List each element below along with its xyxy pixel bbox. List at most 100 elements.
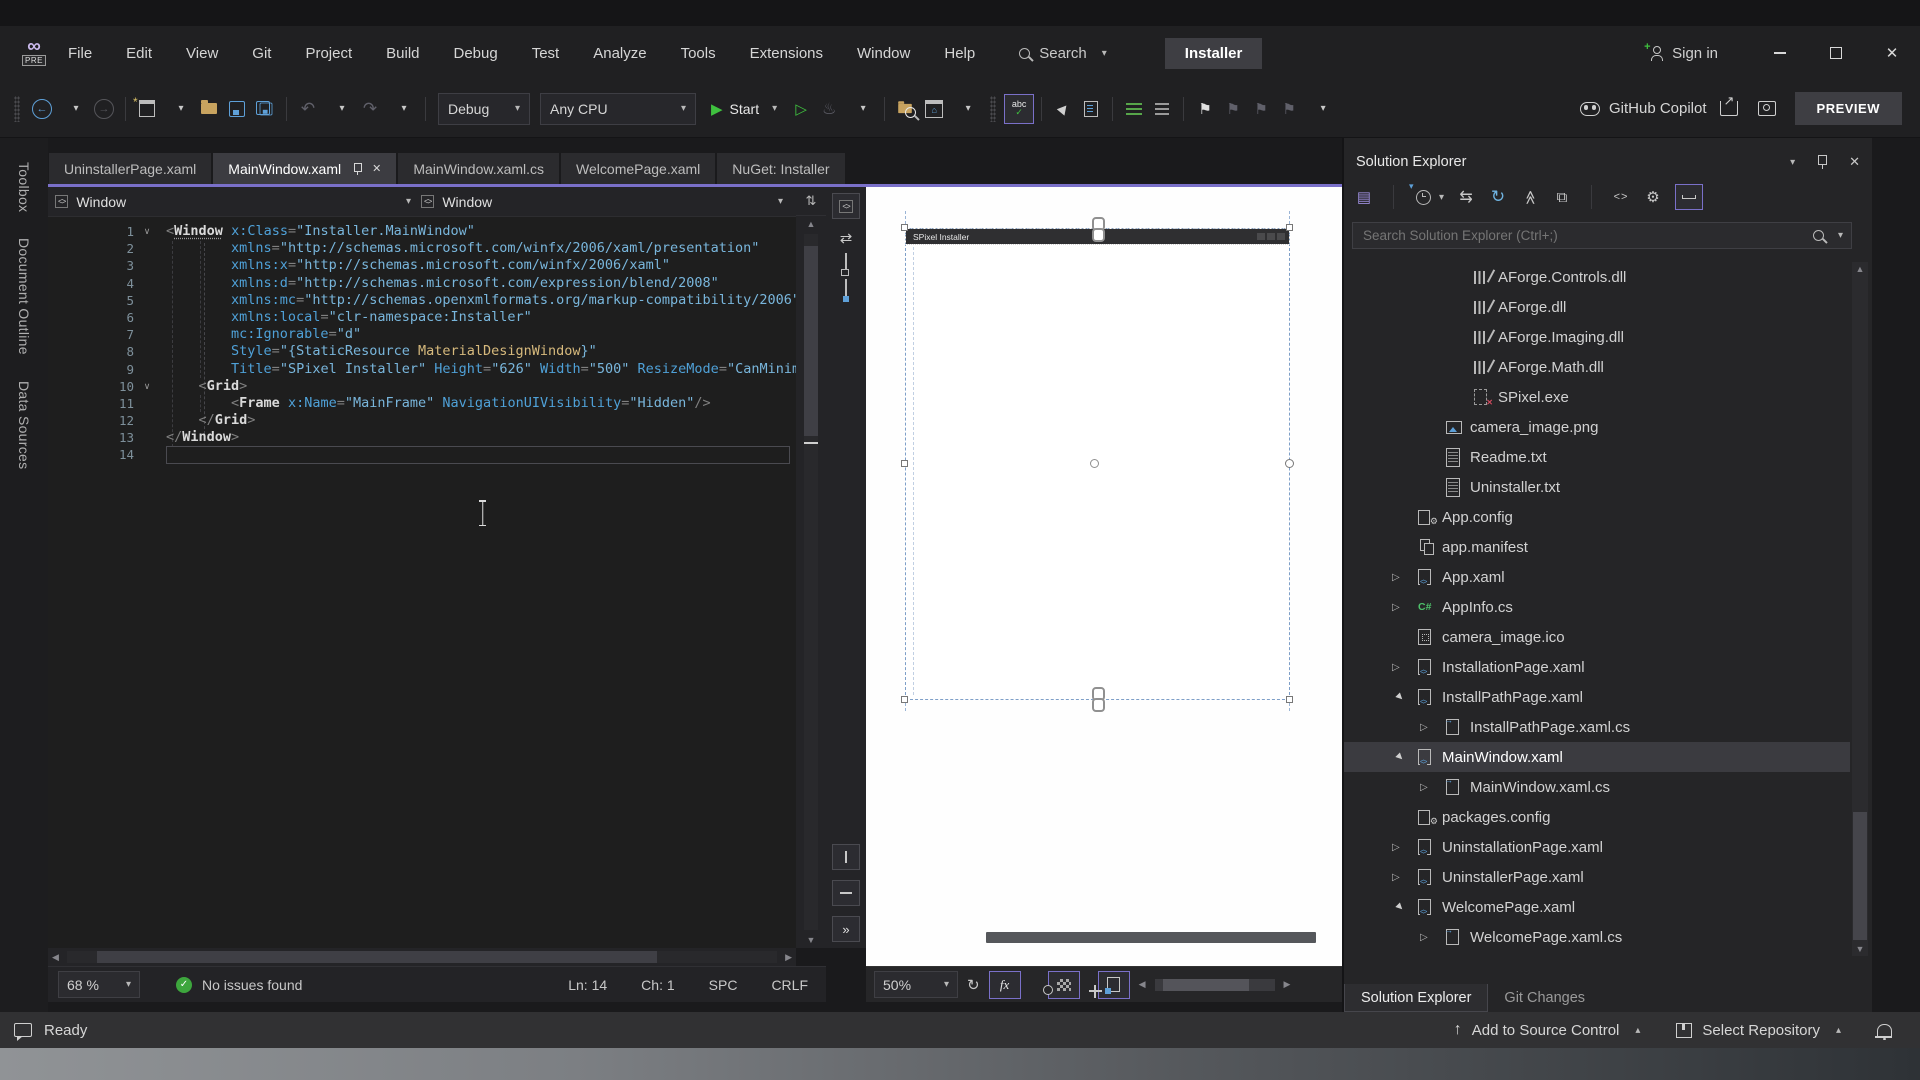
menu-window[interactable]: Window	[857, 45, 910, 62]
anchor-chain-icon-bottom[interactable]	[1092, 687, 1105, 712]
tree-item-welcomepage-xaml-cs[interactable]: ▷ WelcomePage.xaml.cs	[1344, 922, 1850, 952]
tool-tab-toolbox[interactable]: Toolbox	[16, 162, 32, 212]
tree-item-uninstaller-txt[interactable]: Uninstaller.txt	[1344, 472, 1850, 502]
split-window-grip-icon[interactable]: ⇅	[796, 187, 826, 216]
scrollbar-track[interactable]	[804, 234, 818, 930]
pin-icon[interactable]	[353, 162, 363, 175]
menu-analyze[interactable]: Analyze	[593, 45, 646, 62]
refresh-designer-icon[interactable]: ↻	[967, 976, 980, 994]
doc-tab-mainwindow-xaml-cs[interactable]: MainWindow.xaml.cs	[398, 153, 560, 184]
previous-bookmark-button[interactable]: ⚑	[1219, 94, 1247, 124]
design-popout-icon[interactable]	[845, 279, 847, 300]
document-outline-button[interactable]	[1077, 94, 1105, 124]
scrollbar-thumb[interactable]	[804, 246, 818, 436]
tool-tab-data-sources[interactable]: Data Sources	[16, 381, 32, 469]
issues-status-label[interactable]: No issues found	[202, 977, 302, 993]
tree-item-aforge-dll[interactable]: AForge.dll	[1344, 292, 1850, 322]
filter-dropdown-icon[interactable]: ▾	[1439, 192, 1444, 203]
close-button[interactable]: ✕	[1864, 26, 1920, 80]
chevron-up-icon[interactable]: ▴	[1635, 1025, 1640, 1036]
start-dropdown[interactable]: ▾	[772, 103, 777, 114]
tree-item-app-config[interactable]: App.config	[1344, 502, 1850, 532]
tree-item-installationpage-xaml[interactable]: ▷ InstallationPage.xaml	[1344, 652, 1850, 682]
scroll-left-icon[interactable]: ◀	[48, 949, 63, 965]
collapsed-arrow-icon[interactable]: ▷	[1420, 782, 1446, 793]
properties-window-icon[interactable]: ⧉	[1552, 185, 1572, 209]
menu-test[interactable]: Test	[532, 45, 560, 62]
menu-extensions[interactable]: Extensions	[750, 45, 823, 62]
toolbar-grip-2[interactable]	[990, 95, 997, 122]
add-to-source-control-button[interactable]: Add to Source Control	[1472, 1022, 1620, 1039]
tree-item-installpathpage-xaml-cs[interactable]: ▷ InstallPathPage.xaml.cs	[1344, 712, 1850, 742]
scroll-down-icon[interactable]: ▼	[1856, 942, 1865, 956]
scroll-right-icon[interactable]: ▶	[1284, 977, 1291, 993]
resize-handle-bottom-right[interactable]	[1286, 696, 1293, 703]
element-dropdown-right[interactable]: <> Window ▾	[421, 190, 783, 214]
designer-scroll-track[interactable]	[1154, 978, 1275, 991]
tree-item-uninstallationpage-xaml[interactable]: ▷ UninstallationPage.xaml	[1344, 832, 1850, 862]
solution-name-chip[interactable]: Installer	[1164, 37, 1263, 69]
designer-horizontal-scrollbar[interactable]	[986, 932, 1316, 943]
properties-gear-icon[interactable]: ⚙	[1643, 185, 1663, 209]
effects-toggle[interactable]: fx	[988, 970, 1021, 999]
tree-item-camera-image-ico[interactable]: camera_image.ico	[1344, 622, 1850, 652]
center-anchor-icon[interactable]	[1090, 459, 1099, 468]
hot-reload-button[interactable]: ♨	[815, 94, 843, 124]
column-indicator[interactable]: Ch: 1	[641, 977, 674, 993]
preview-selected-items-toggle[interactable]	[1675, 184, 1704, 210]
save-all-button[interactable]	[251, 94, 279, 124]
tree-item-aforge-controls-dll[interactable]: AForge.Controls.dll	[1344, 262, 1850, 292]
menu-edit[interactable]: Edit	[126, 45, 152, 62]
sync-with-active-document-icon[interactable]: ⇆	[1456, 185, 1476, 209]
pin-icon[interactable]	[1817, 155, 1828, 169]
navigate-back-dropdown[interactable]: ▾	[62, 94, 90, 124]
live-preview-dropdown[interactable]: ▾	[954, 94, 982, 124]
window-position-icon[interactable]: ▾	[1790, 157, 1795, 168]
preview-features-button[interactable]: PREVIEW	[1794, 92, 1902, 125]
undo-dropdown[interactable]: ▾	[328, 94, 356, 124]
line-endings-indicator[interactable]: CRLF	[771, 977, 808, 993]
select-repository-button[interactable]: Select Repository	[1702, 1022, 1820, 1039]
pending-changes-filter-icon[interactable]: ▾	[1409, 181, 1433, 209]
scroll-down-icon[interactable]: ▼	[807, 932, 816, 948]
split-horizontal-icon[interactable]	[832, 880, 860, 906]
designer-scroll-thumb[interactable]	[1162, 978, 1249, 991]
tree-item-readme-txt[interactable]: Readme.txt	[1344, 442, 1850, 472]
tree-item-packages-config[interactable]: packages.config	[1344, 802, 1850, 832]
selection-mode-button[interactable]	[1049, 94, 1077, 124]
chevron-up-icon[interactable]: ▴	[1836, 1025, 1841, 1036]
solution-explorer-scrollbar[interactable]: ▲ ▼	[1852, 262, 1868, 956]
clear-bookmarks-button[interactable]: ⚑	[1275, 94, 1303, 124]
tree-item-app-manifest[interactable]: app.manifest	[1344, 532, 1850, 562]
scroll-up-icon[interactable]: ▲	[807, 216, 816, 232]
menu-help[interactable]: Help	[944, 45, 975, 62]
menu-debug[interactable]: Debug	[454, 45, 498, 62]
expanded-arrow-icon[interactable]: ▼	[1390, 687, 1410, 707]
doc-tab-mainwindow-xaml[interactable]: MainWindow.xaml ✕	[213, 153, 397, 184]
menu-view[interactable]: View	[186, 45, 218, 62]
expanded-arrow-icon[interactable]: ▼	[1390, 897, 1410, 917]
share-button[interactable]	[1715, 93, 1743, 124]
find-in-files-button[interactable]	[892, 94, 920, 124]
scroll-right-icon[interactable]: ▶	[781, 949, 796, 965]
tree-item-app-xaml[interactable]: ▷ App.xaml	[1344, 562, 1850, 592]
issues-status-icon[interactable]: ✓	[176, 976, 192, 993]
xaml-designer-canvas[interactable]: SPixel Installer 50% ▾ ↻ fx ◀ ▶	[866, 187, 1390, 1002]
redo-button[interactable]: ↷	[356, 94, 384, 124]
search-options-icon[interactable]: ▾	[1838, 230, 1843, 241]
menu-file[interactable]: File	[68, 45, 92, 62]
designer-zoom-dropdown[interactable]: 50% ▾	[874, 971, 958, 998]
solution-search-box[interactable]: ▾	[1352, 222, 1852, 249]
fold-marker-icon[interactable]: ∨	[134, 223, 160, 240]
tree-item-mainwindow-xaml[interactable]: ▼ MainWindow.xaml	[1344, 742, 1850, 772]
rotate-handle-right[interactable]	[1285, 459, 1294, 468]
scrollbar-thumb[interactable]	[1853, 812, 1867, 940]
collapsed-arrow-icon[interactable]: ▷	[1420, 722, 1446, 733]
anchor-chain-icon-top[interactable]	[1092, 217, 1105, 242]
collapsed-arrow-icon[interactable]: ▷	[1392, 842, 1418, 853]
editor-vertical-scrollbar[interactable]: ⇅ ▲ ▼	[796, 187, 826, 948]
tree-item-welcomepage-xaml[interactable]: ▼ WelcomePage.xaml	[1344, 892, 1850, 922]
tree-item-spixel-exe[interactable]: SPixel.exe	[1344, 382, 1850, 412]
resize-handle-top-left[interactable]	[901, 224, 908, 231]
format-selection-button[interactable]	[1148, 94, 1176, 124]
